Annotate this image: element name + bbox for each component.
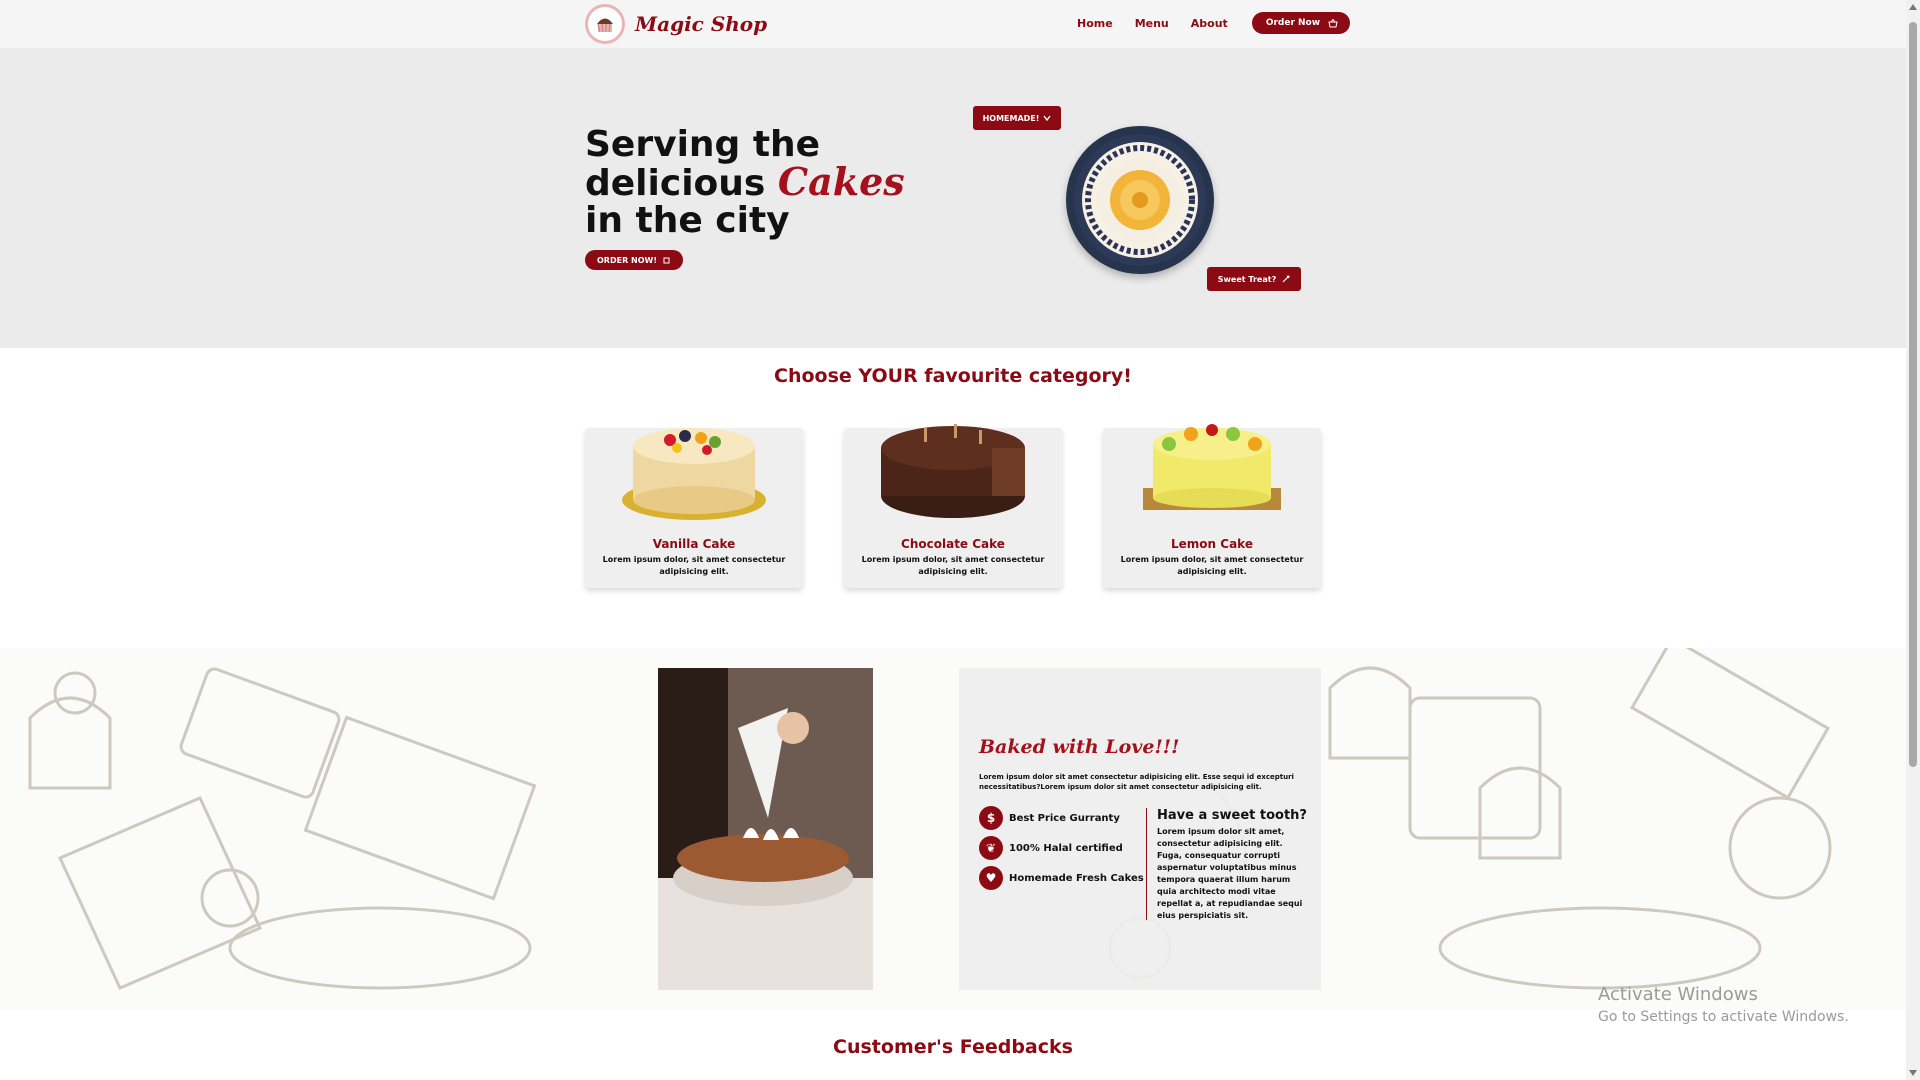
page-scrollbar[interactable]	[1906, 0, 1920, 1080]
sweet-tooth-text: Lorem ipsum dolor sit amet, consectetur …	[1157, 827, 1303, 920]
order-now-button[interactable]: Order Now	[1251, 12, 1351, 34]
logo[interactable]: Magic Shop	[585, 4, 767, 44]
basket-icon	[1328, 18, 1338, 27]
hero-cake-image	[1066, 126, 1214, 274]
logo-badge	[585, 4, 625, 44]
homemade-tag-label: HOMEMADE!	[982, 113, 1040, 123]
feature-item: $ Best Price Gurranty	[979, 806, 1144, 830]
spoon-icon	[1282, 275, 1290, 283]
vertical-divider	[1146, 808, 1147, 920]
card-description: Lorem ipsum dolor, sit amet consectetur …	[861, 555, 1045, 576]
leaf-icon: ❦	[979, 836, 1003, 860]
site-header: Magic Shop Home Menu About Order Now	[0, 0, 1906, 48]
card-title: Chocolate Cake	[901, 537, 1005, 551]
hero-title-accent: Cakes	[777, 159, 905, 204]
scroll-up-arrow-icon[interactable]	[1909, 4, 1917, 10]
nav-menu[interactable]: Menu	[1135, 17, 1169, 30]
card-description: Lorem ipsum dolor, sit amet consectetur …	[1120, 555, 1304, 576]
category-title: Choose YOUR favourite category!	[774, 365, 1132, 387]
feature-label: Best Price Gurranty	[1009, 812, 1120, 824]
piping-cake-photo	[658, 668, 873, 990]
category-card-chocolate[interactable]: Chocolate Cake Lorem ipsum dolor, sit am…	[844, 424, 1062, 588]
windows-activation-watermark: Activate Windows Go to Settings to activ…	[1598, 984, 1849, 1025]
about-description: Lorem ipsum dolor sit amet consectetur a…	[979, 773, 1294, 791]
about-heading: Baked with Love!!!	[979, 736, 1180, 758]
category-cards: Vanilla Cake Lorem ipsum dolor, sit amet…	[585, 424, 1362, 588]
order-now-label: Order Now	[1265, 18, 1321, 28]
category-card-vanilla[interactable]: Vanilla Cake Lorem ipsum dolor, sit amet…	[585, 428, 803, 588]
card-title: Lemon Cake	[1171, 537, 1253, 551]
sweet-treat-label: Sweet Treat?	[1217, 274, 1277, 284]
cupcake-icon	[597, 18, 613, 33]
activate-title: Activate Windows	[1598, 984, 1758, 1005]
fruit-tart-illustration	[1074, 134, 1206, 266]
sweets-pattern-background	[28, 648, 1832, 990]
scroll-thumb[interactable]	[1909, 22, 1917, 767]
feature-item: ♥ Homemade Fresh Cakes	[979, 866, 1144, 890]
chocolate-cake-image	[881, 424, 1025, 518]
brand-name: Magic Shop	[635, 12, 768, 36]
hero-title-end: in the city	[585, 200, 790, 241]
card-description: Lorem ipsum dolor, sit amet consectetur …	[602, 555, 786, 576]
nav-home[interactable]: Home	[1077, 17, 1113, 30]
baker-photo-illustration	[658, 668, 873, 990]
activate-subtitle: Go to Settings to activate Windows.	[1598, 1009, 1849, 1025]
lemon-cake-image	[1143, 424, 1281, 510]
hand-heart-icon: ♥	[979, 866, 1003, 890]
about-panel: Baked with Love!!! Lorem ipsum dolor sit…	[959, 668, 1321, 990]
chevron-down-icon	[1043, 115, 1051, 121]
hero-order-button[interactable]: ORDER NOW!	[585, 250, 683, 270]
dollar-icon: $	[979, 806, 1003, 830]
feedback-title: Customer's Feedbacks	[833, 1036, 1073, 1058]
vanilla-cake-image	[622, 428, 766, 520]
card-title: Vanilla Cake	[652, 537, 736, 551]
hero-title: Serving the delicious Cakes in the city	[585, 126, 925, 239]
homemade-tag: HOMEMADE!	[973, 106, 1061, 130]
category-card-lemon[interactable]: Lemon Cake Lorem ipsum dolor, sit amet c…	[1103, 424, 1321, 588]
nav-about[interactable]: About	[1191, 17, 1228, 30]
feature-item: ❦ 100% Halal certified	[979, 836, 1144, 860]
about-section: Baked with Love!!! Lorem ipsum dolor sit…	[0, 648, 1906, 1010]
hero-section: Serving the delicious Cakes in the city …	[0, 48, 1906, 348]
sweet-tooth-heading: Have a sweet tooth?	[1157, 808, 1307, 823]
main-nav: Home Menu About Order Now	[1077, 12, 1351, 34]
scroll-down-arrow-icon[interactable]	[1909, 1070, 1917, 1076]
feature-list: $ Best Price Gurranty ❦ 100% Halal certi…	[979, 806, 1144, 896]
cup-icon	[663, 257, 670, 264]
feature-label: 100% Halal certified	[1009, 842, 1123, 854]
sweet-treat-tag: Sweet Treat?	[1207, 267, 1301, 291]
feature-label: Homemade Fresh Cakes	[1009, 872, 1144, 884]
hero-order-label: ORDER NOW!	[597, 255, 657, 265]
